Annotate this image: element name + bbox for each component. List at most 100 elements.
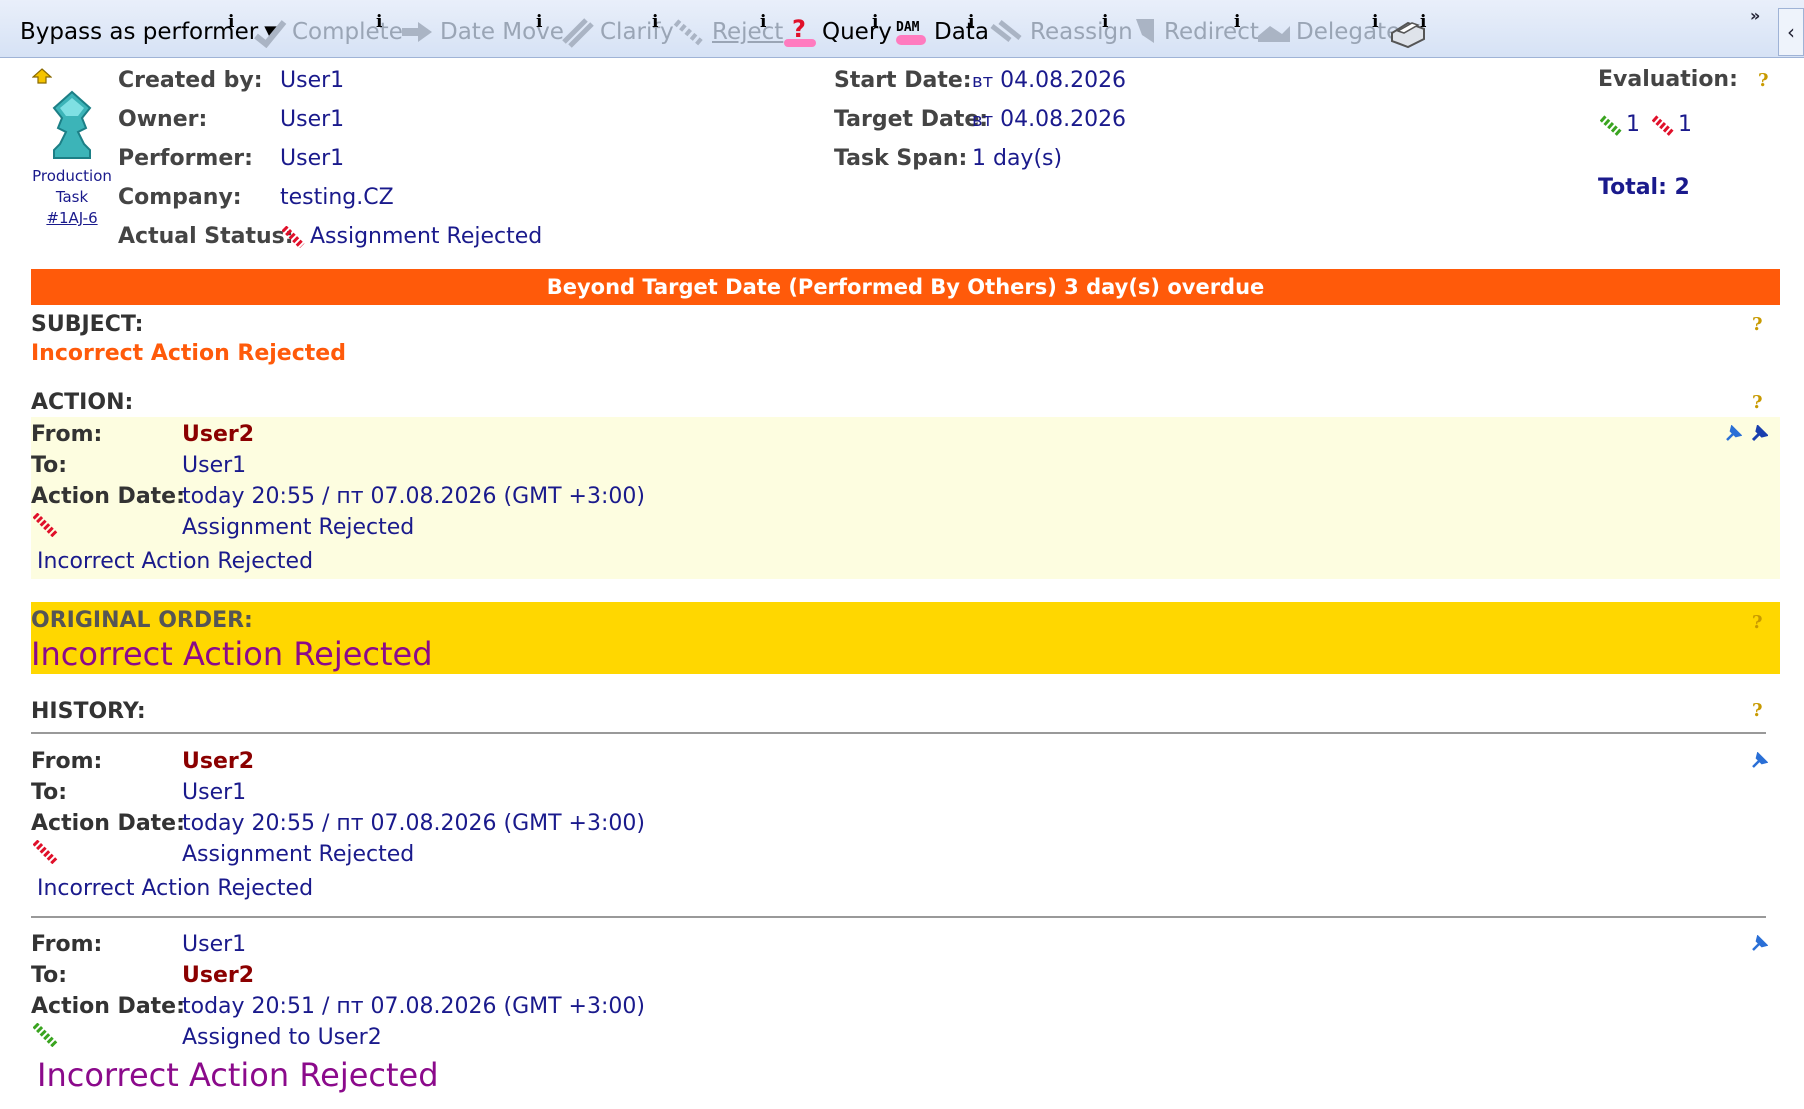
performer-label: Performer: — [118, 146, 253, 171]
original-order-help-icon[interactable]: ? — [1752, 612, 1763, 633]
history-from-value[interactable]: User2 — [182, 749, 254, 774]
query-button[interactable]: ? Query i — [782, 12, 892, 50]
query-label: Query — [822, 19, 892, 45]
actual-status-value: Assignment Rejected — [310, 224, 543, 249]
info-icon[interactable]: i — [536, 12, 542, 32]
info-icon[interactable]: i — [1420, 12, 1426, 32]
task-type-block: Production Task #1AJ-6 — [30, 68, 114, 229]
info-icon[interactable]: i — [1234, 12, 1240, 32]
action-help-icon[interactable]: ? — [1752, 392, 1763, 413]
action-date-label: Action Date: — [31, 484, 185, 509]
action-note: Incorrect Action Rejected — [37, 549, 314, 574]
bypass-label: Bypass as performer — [20, 19, 259, 45]
owner-label: Owner: — [118, 107, 208, 132]
owner-value[interactable]: User1 — [280, 107, 344, 132]
history-from-value[interactable]: User1 — [182, 932, 246, 957]
info-icon[interactable]: i — [1102, 12, 1108, 32]
start-date-value: вт 04.08.2026 — [972, 68, 1127, 93]
info-icon[interactable]: i — [228, 12, 234, 32]
reassign-button[interactable]: Reassign i — [990, 12, 1133, 50]
target-date-label: Target Date: — [834, 107, 989, 132]
collapse-panel-button[interactable]: ‹ — [1778, 8, 1804, 56]
delegate-icon — [1258, 26, 1290, 42]
history-date-value: today 20:51 / пт 07.08.2026 (GMT +3:00) — [182, 994, 645, 1019]
date-move-button[interactable]: Date Move i — [400, 12, 564, 50]
history-to-label: To: — [31, 963, 67, 988]
delegate-button[interactable]: Delegate i — [1256, 12, 1401, 50]
action-from-value[interactable]: User2 — [182, 422, 254, 447]
redirect-button[interactable]: Redirect i — [1130, 12, 1259, 50]
pin-icon[interactable] — [1750, 935, 1768, 953]
rejected-status-icon — [33, 513, 58, 537]
task-span-value: 1 day(s) — [972, 146, 1063, 171]
reject-icon — [673, 19, 705, 47]
svg-text:?: ? — [792, 15, 806, 43]
info-icon[interactable]: i — [376, 12, 382, 32]
production-task-icon — [52, 90, 92, 159]
rejected-status-icon — [33, 840, 58, 864]
info-icon[interactable]: i — [1372, 12, 1378, 32]
subject-help-icon[interactable]: ? — [1752, 314, 1763, 335]
overdue-banner: Beyond Target Date (Performed By Others)… — [31, 269, 1780, 305]
pin-icon[interactable] — [1750, 752, 1768, 770]
bypass-as-performer-button[interactable]: Bypass as performer ▼ i — [20, 12, 278, 50]
complete-label: Complete — [292, 19, 403, 45]
info-icon[interactable]: i — [872, 12, 878, 32]
subject-title: SUBJECT: — [31, 312, 144, 337]
positive-evaluation-icon — [1600, 115, 1622, 136]
delegate-label: Delegate — [1296, 19, 1401, 45]
company-value[interactable]: testing.CZ — [280, 185, 394, 210]
chevron-left-icon: ‹ — [1787, 20, 1795, 44]
info-icon[interactable]: i — [652, 12, 658, 32]
clarify-icon — [562, 18, 594, 48]
history-from-label: From: — [31, 749, 103, 774]
history-divider — [31, 916, 1766, 918]
history-status-text: Assignment Rejected — [182, 842, 415, 867]
date-move-icon — [402, 22, 432, 42]
redirect-icon — [1136, 19, 1154, 43]
pin-icon[interactable] — [1724, 425, 1742, 443]
original-order-title: ORIGINAL ORDER: — [31, 608, 253, 633]
created-by-label: Created by: — [118, 68, 263, 93]
history-divider — [31, 732, 1766, 734]
rejected-status-icon — [282, 226, 305, 248]
history-from-label: From: — [31, 932, 103, 957]
history-help-icon[interactable]: ? — [1752, 700, 1763, 721]
task-toolbar: Bypass as performer ▼ i Complete i Date … — [0, 0, 1804, 58]
target-date-value: вт 04.08.2026 — [972, 107, 1127, 132]
history-to-value[interactable]: User2 — [182, 963, 254, 988]
action-date-value: today 20:55 / пт 07.08.2026 (GMT +3:00) — [182, 484, 645, 509]
negative-evaluation-icon — [1652, 115, 1674, 136]
original-order-panel: ORIGINAL ORDER: Incorrect Action Rejecte… — [31, 602, 1780, 674]
complete-button[interactable]: Complete i — [252, 12, 403, 50]
action-from-label: From: — [31, 422, 103, 447]
evaluation-label: Evaluation: — [1598, 67, 1738, 92]
task-span-label: Task Span: — [834, 146, 968, 171]
action-to-label: To: — [31, 453, 67, 478]
performer-value[interactable]: User1 — [280, 146, 344, 171]
toolbar-overflow-icon[interactable]: » — [1750, 6, 1760, 25]
created-by-value[interactable]: User1 — [280, 68, 344, 93]
date-move-label: Date Move — [440, 19, 564, 45]
query-icon: ? — [784, 15, 816, 47]
action-status-text: Assignment Rejected — [182, 515, 415, 540]
info-icon[interactable]: i — [760, 12, 766, 32]
history-date-value: today 20:55 / пт 07.08.2026 (GMT +3:00) — [182, 811, 645, 836]
history-status-text: Assigned to User2 — [182, 1025, 382, 1050]
reassign-icon — [990, 20, 1022, 42]
print-button[interactable]: i — [1388, 12, 1428, 50]
info-icon[interactable]: i — [968, 12, 974, 32]
subject-text: Incorrect Action Rejected — [31, 341, 346, 366]
edit-pin-icon[interactable] — [1750, 425, 1768, 443]
start-date-label: Start Date: — [834, 68, 972, 93]
reject-button[interactable]: Reject i — [672, 12, 783, 50]
history-to-value[interactable]: User1 — [182, 780, 246, 805]
action-title: ACTION: — [31, 390, 134, 415]
data-button[interactable]: DAM Data i — [894, 12, 989, 50]
svg-text:DAM: DAM — [896, 20, 920, 35]
evaluation-help-icon[interactable]: ? — [1758, 70, 1769, 91]
action-to-value[interactable]: User1 — [182, 453, 246, 478]
history-to-label: To: — [31, 780, 67, 805]
task-id-link[interactable]: #1AJ-6 — [30, 208, 114, 229]
clarify-button[interactable]: Clarify i — [560, 12, 674, 50]
